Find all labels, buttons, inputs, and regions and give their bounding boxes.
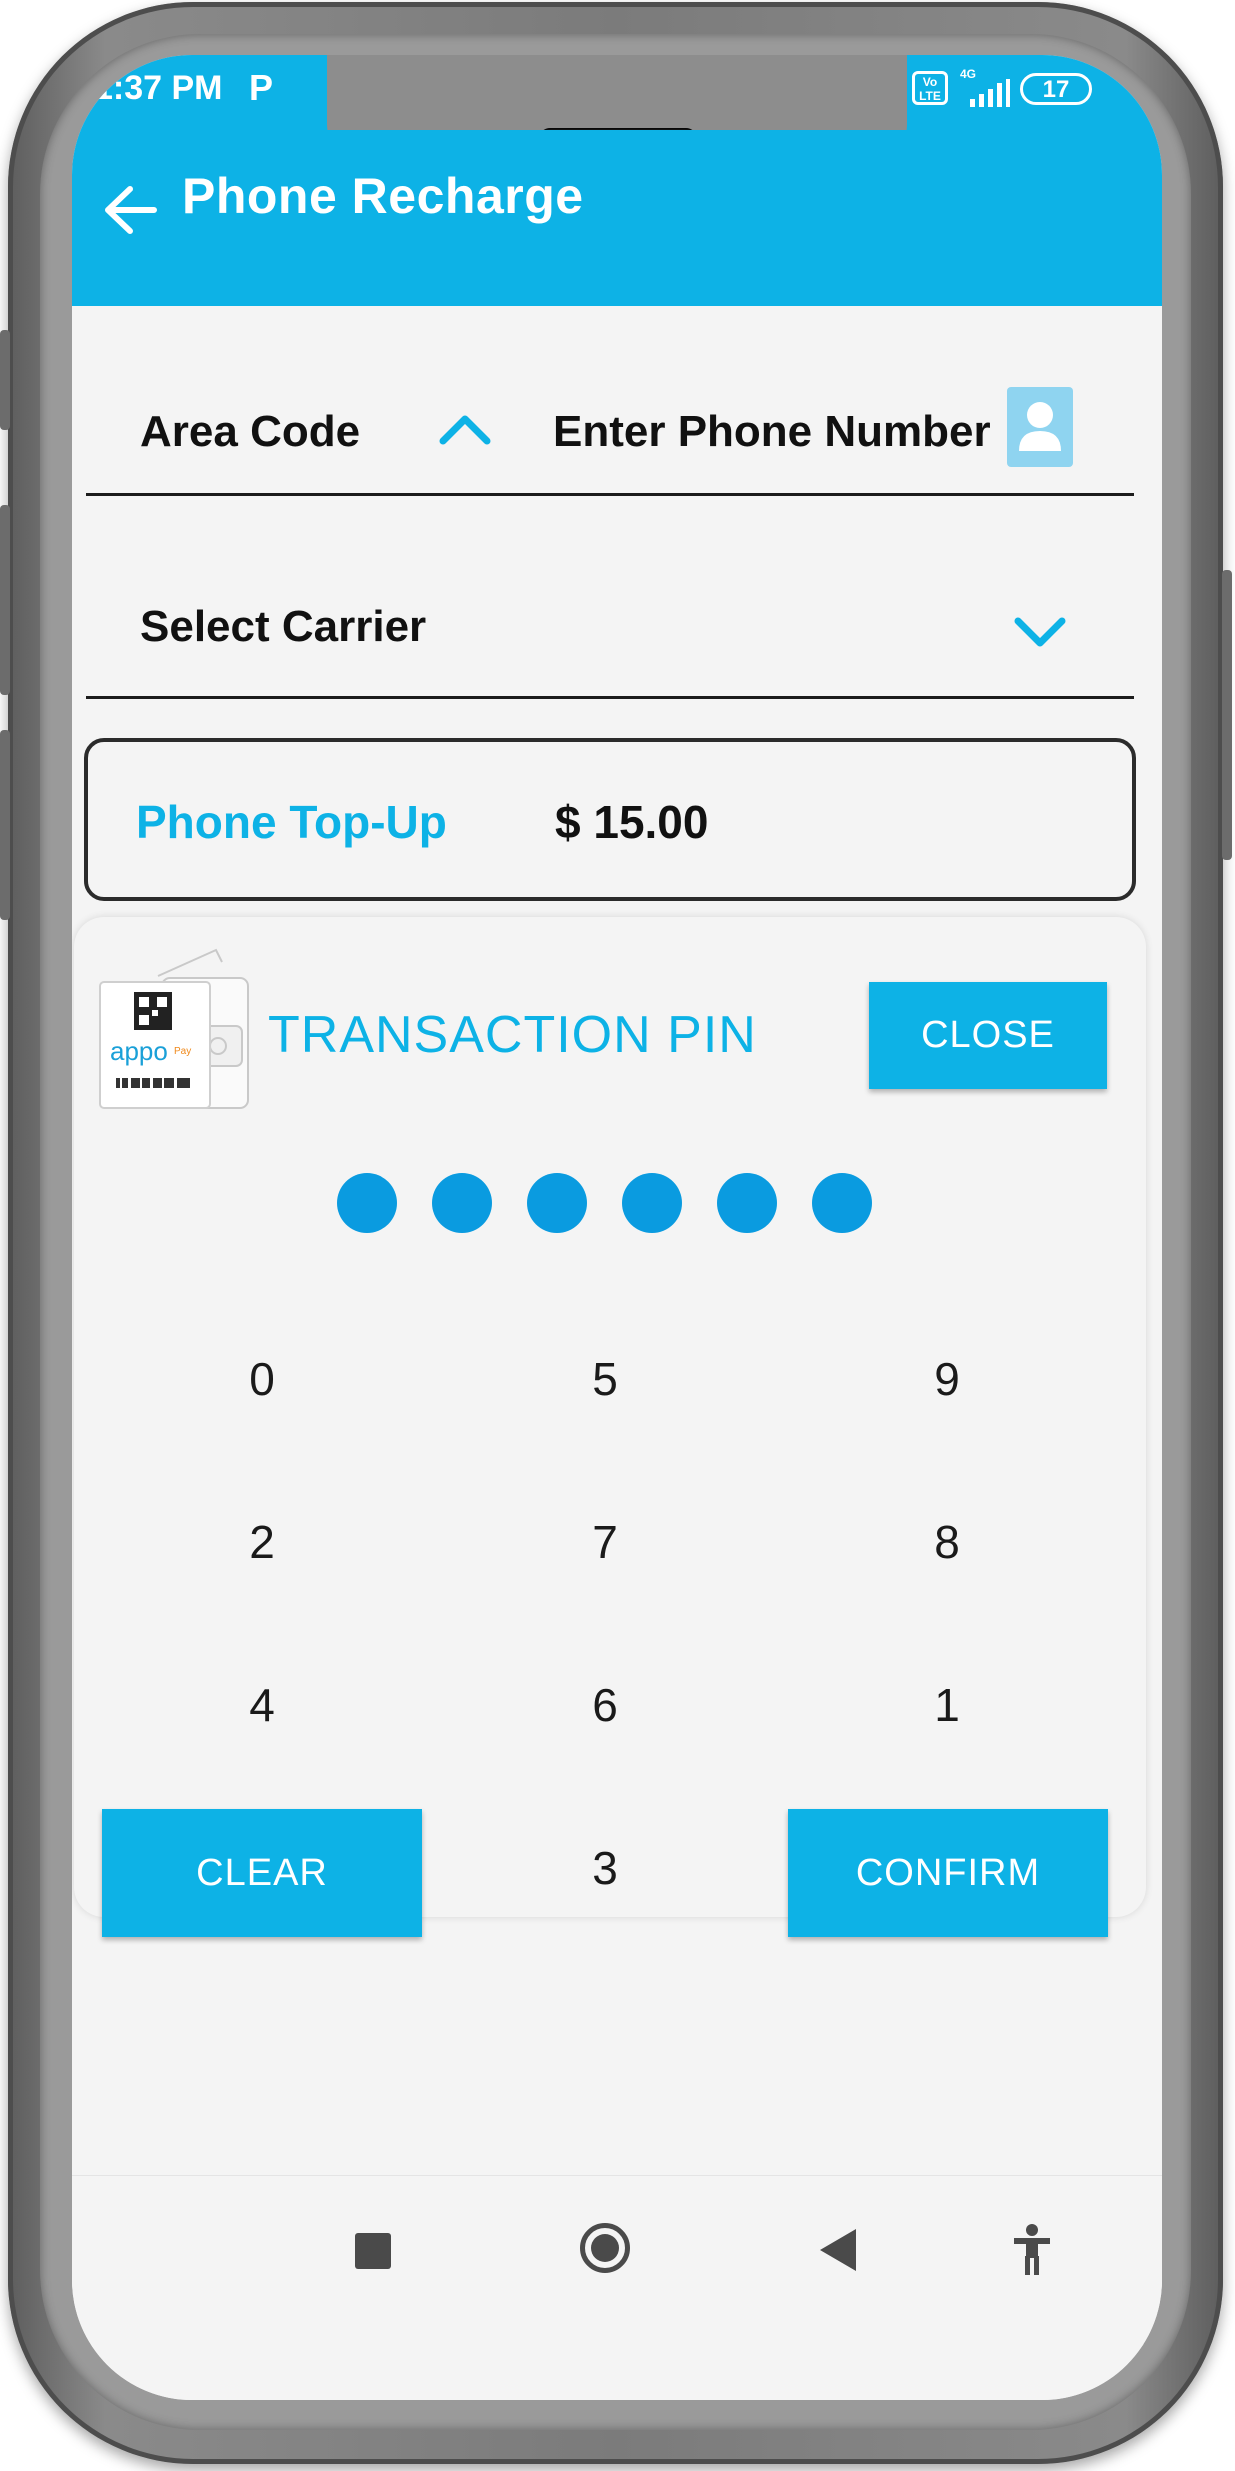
notification-icon: P <box>249 67 274 108</box>
pin-dot <box>717 1173 777 1233</box>
system-nav-bar <box>72 2175 1162 2400</box>
screen: 1:37 PM P Vo LTE 4G 17 Phone Recharge Ar… <box>72 55 1162 2400</box>
chevron-down-icon[interactable] <box>1012 613 1068 649</box>
area-code-label[interactable]: Area Code <box>140 407 360 457</box>
pin-dot <box>337 1173 397 1233</box>
keypad-key[interactable]: 1 <box>887 1678 1007 1732</box>
phone-side-button <box>0 505 10 695</box>
pin-dot <box>812 1173 872 1233</box>
card-illustration: appo Pay <box>98 948 250 1118</box>
status-indicators: Vo LTE 4G 17 <box>912 67 1152 117</box>
battery-icon: 17 <box>1020 73 1092 105</box>
keypad-key[interactable]: 6 <box>545 1678 665 1732</box>
carrier-field-underline <box>86 696 1134 699</box>
carrier-select[interactable]: Select Carrier <box>140 602 426 652</box>
topup-label: Phone Top-Up <box>136 796 447 848</box>
keypad-key[interactable]: 4 <box>202 1678 322 1732</box>
triangle-back-icon[interactable] <box>820 2229 856 2271</box>
keypad-key[interactable]: 0 <box>202 1352 322 1406</box>
volte-icon: Vo LTE <box>912 71 948 105</box>
status-time: 1:37 PM <box>94 69 223 107</box>
pin-dot <box>622 1173 682 1233</box>
square-icon[interactable] <box>355 2233 391 2269</box>
keypad-key[interactable]: 3 <box>545 1841 665 1895</box>
phone-number-input[interactable]: Enter Phone Number <box>553 407 991 457</box>
phone-side-button <box>0 730 10 920</box>
pin-dot <box>527 1173 587 1233</box>
transaction-pin-title: TRANSACTION PIN <box>268 1006 757 1064</box>
confirm-button[interactable]: CONFIRM <box>788 1809 1108 1937</box>
phone-side-button <box>0 330 10 430</box>
person-icon <box>1019 402 1061 451</box>
close-button[interactable]: CLOSE <box>869 982 1107 1089</box>
keypad-key[interactable]: 7 <box>545 1515 665 1569</box>
page-title: Phone Recharge <box>182 168 584 224</box>
signal-icon <box>970 79 1010 107</box>
card-logo: appo <box>110 1036 168 1066</box>
arrow-left-icon[interactable] <box>102 185 158 235</box>
keypad-key[interactable]: 2 <box>202 1515 322 1569</box>
keypad-key[interactable]: 9 <box>887 1352 1007 1406</box>
clear-button[interactable]: CLEAR <box>102 1809 422 1937</box>
topup-amount: $ 15.00 <box>555 796 709 848</box>
phone-side-button <box>1222 570 1232 860</box>
pin-dot <box>432 1173 492 1233</box>
keypad-key[interactable]: 8 <box>887 1515 1007 1569</box>
contact-icon[interactable] <box>1007 387 1073 467</box>
card-illustration-art: appo Pay <box>99 948 249 1109</box>
chevron-up-icon[interactable] <box>437 411 493 447</box>
circle-home-icon[interactable] <box>580 2223 630 2273</box>
phone-field-underline <box>86 493 1134 496</box>
accessibility-icon[interactable] <box>1012 2223 1052 2275</box>
keypad-key[interactable]: 5 <box>545 1352 665 1406</box>
svg-text:Pay: Pay <box>174 1046 191 1057</box>
